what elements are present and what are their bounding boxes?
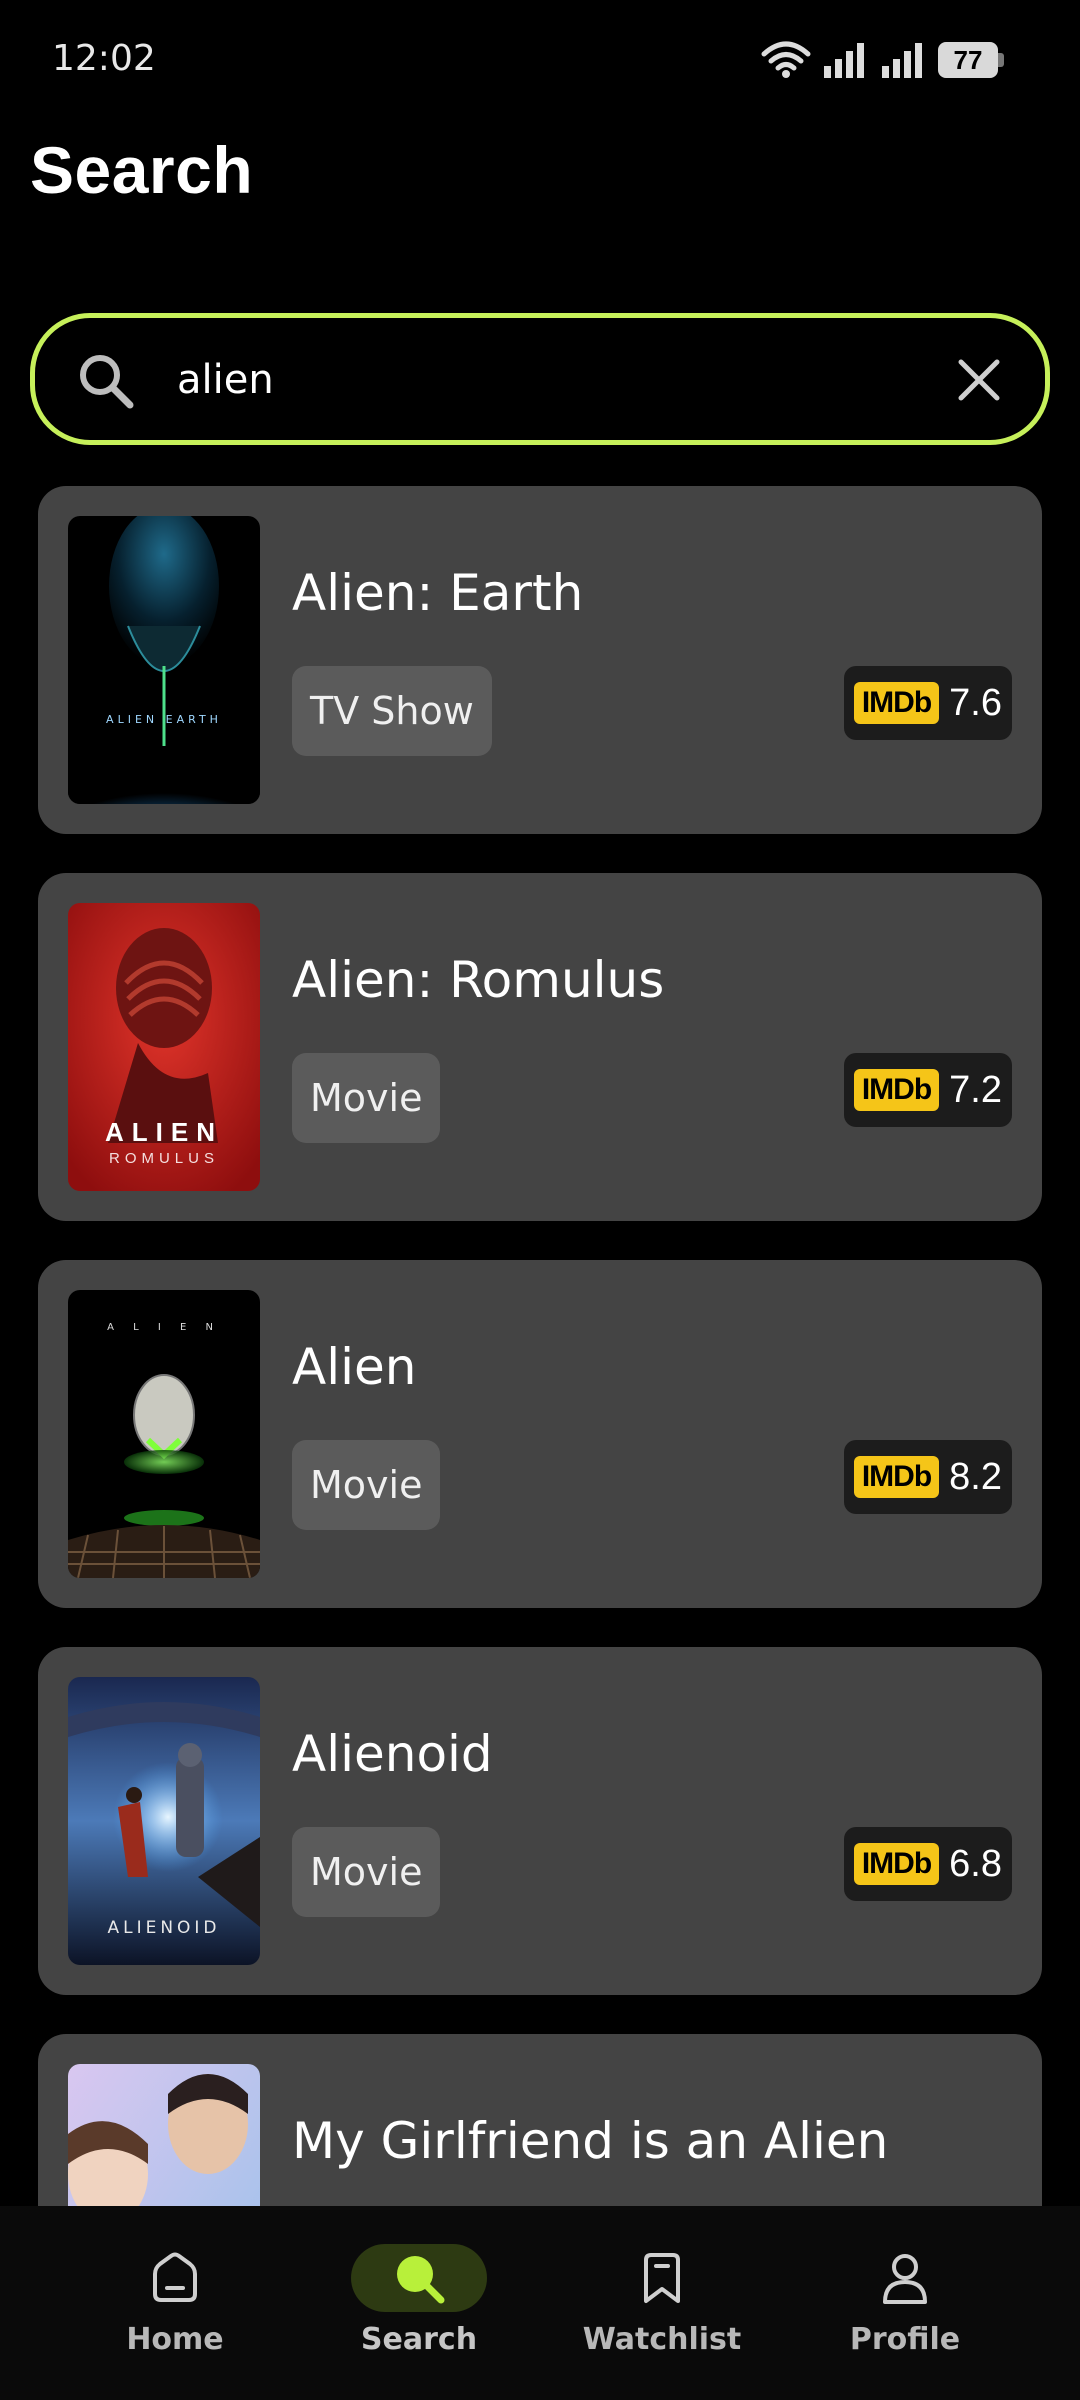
nav-watchlist[interactable]: Watchlist <box>562 2244 762 2364</box>
signal-icon-2 <box>882 43 922 78</box>
poster-image: ALIEN EARTH <box>68 516 260 804</box>
imdb-rating: IMDb 8.2 <box>843 1440 1012 1514</box>
bookmark-icon <box>644 2253 680 2303</box>
nav-label: Profile <box>849 2322 961 2357</box>
search-icon <box>80 355 134 409</box>
poster-text: A L I E N <box>107 1322 221 1333</box>
result-title: Alien: Romulus <box>292 951 665 1009</box>
poster-image <box>68 2064 260 2206</box>
search-box[interactable] <box>30 313 1050 445</box>
results-list: ALIEN EARTH Alien: Earth TV Show IMDb 7.… <box>38 486 1042 2206</box>
close-icon[interactable] <box>955 356 1003 404</box>
page-title: Search <box>30 133 254 207</box>
nav-label: Search <box>360 2322 478 2357</box>
rating-value: 6.8 <box>949 1842 1002 1885</box>
nav-label: Watchlist <box>582 2322 742 2357</box>
result-card[interactable]: ALIENOID Alienoid Movie IMDb 6.8 <box>38 1647 1042 1995</box>
imdb-logo: IMDb <box>853 1843 940 1885</box>
user-icon <box>883 2254 927 2304</box>
poster-image: ALIENOID <box>68 1677 260 1965</box>
poster-text: ALIEN EARTH <box>106 713 222 726</box>
rating-value: 7.2 <box>949 1068 1002 1111</box>
imdb-logo: IMDb <box>853 1069 940 1111</box>
result-card[interactable]: ALIEN EARTH Alien: Earth TV Show IMDb 7.… <box>38 486 1042 834</box>
result-title: Alien: Earth <box>292 564 584 622</box>
nav-icon-container <box>837 2244 973 2312</box>
nav-icon-container <box>594 2244 730 2312</box>
poster-text: ALIEN <box>105 1117 223 1147</box>
poster-image: A L I E N <box>68 1290 260 1578</box>
nav-profile[interactable]: Profile <box>805 2244 1005 2364</box>
result-card[interactable]: ALIEN ROMULUS Alien: Romulus Movie IMDb … <box>38 873 1042 1221</box>
rating-value: 7.6 <box>949 681 1002 724</box>
result-title: Alien <box>292 1338 417 1396</box>
nav-search[interactable]: Search <box>319 2244 519 2364</box>
status-icons: 77 <box>760 40 1004 80</box>
poster-image: ALIEN ROMULUS <box>68 903 260 1191</box>
poster-text: ALIENOID <box>107 1918 220 1938</box>
imdb-rating: IMDb 7.2 <box>843 1053 1012 1127</box>
poster-subtext: ROMULUS <box>109 1150 219 1167</box>
battery-tip <box>998 53 1004 67</box>
result-title: Alienoid <box>292 1725 493 1783</box>
status-bar: 12:02 77 <box>0 0 1080 120</box>
bottom-nav: Home Search Watchlist Profile <box>0 2206 1080 2400</box>
type-badge: Movie <box>292 1053 441 1143</box>
nav-icon-container <box>107 2244 243 2312</box>
result-card[interactable]: My Girlfriend is an Alien <box>38 2034 1042 2206</box>
nav-home[interactable]: Home <box>75 2244 275 2364</box>
nav-label: Home <box>126 2322 224 2357</box>
result-card[interactable]: A L I E N Alien Movie IMDb 8.2 <box>38 1260 1042 1608</box>
rating-value: 8.2 <box>949 1455 1002 1498</box>
home-icon <box>153 2252 197 2302</box>
imdb-rating: IMDb 7.6 <box>843 666 1012 740</box>
imdb-logo: IMDb <box>853 682 940 724</box>
wifi-icon <box>761 41 811 78</box>
result-title: My Girlfriend is an Alien <box>292 2112 889 2170</box>
search-icon <box>397 2256 445 2304</box>
battery-level: 77 <box>938 42 998 78</box>
status-time: 12:02 <box>52 38 156 79</box>
search-input[interactable] <box>175 340 939 420</box>
type-badge: TV Show <box>292 666 492 756</box>
nav-icon-container <box>351 2244 487 2312</box>
type-badge: Movie <box>292 1440 441 1530</box>
imdb-logo: IMDb <box>853 1456 940 1498</box>
imdb-rating: IMDb 6.8 <box>843 1827 1012 1901</box>
battery-indicator: 77 <box>938 42 1004 78</box>
signal-icon <box>824 43 864 78</box>
type-badge: Movie <box>292 1827 441 1917</box>
